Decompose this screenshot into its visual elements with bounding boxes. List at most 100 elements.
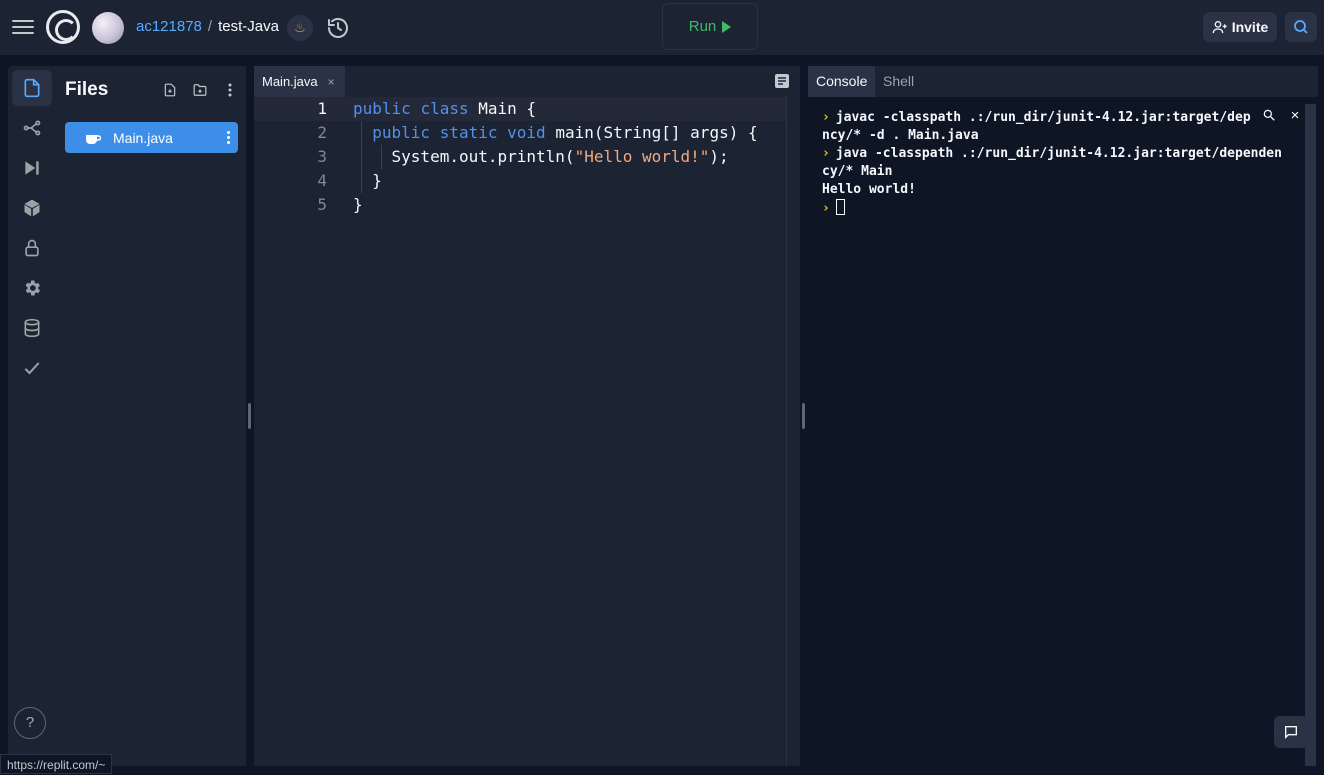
tab-main-java[interactable]: Main.java × bbox=[254, 66, 345, 97]
code-token: class bbox=[420, 99, 479, 118]
tab-shell[interactable]: Shell bbox=[875, 66, 922, 97]
code-line[interactable]: 4 } bbox=[254, 169, 786, 193]
console-line-text: Hello world! bbox=[822, 182, 916, 197]
close-icon[interactable]: × bbox=[328, 75, 335, 89]
settings-tool[interactable] bbox=[12, 270, 52, 306]
files-icon bbox=[24, 78, 40, 98]
line-number: 4 bbox=[317, 171, 327, 190]
status-url: https://replit.com/~ bbox=[0, 754, 113, 774]
run-button[interactable]: Run bbox=[662, 3, 758, 50]
line-number: 3 bbox=[317, 147, 327, 166]
prompt-icon: › bbox=[822, 146, 830, 161]
play-icon bbox=[722, 20, 732, 33]
code-token: main(String[] args) { bbox=[555, 123, 758, 142]
console-line-text: cy/* Main bbox=[822, 164, 893, 179]
console-output[interactable]: › javac -classpath .:/run_dir/junit-4.12.… bbox=[822, 109, 1292, 218]
database-tool[interactable] bbox=[12, 310, 52, 346]
java-language-icon[interactable]: ♨ bbox=[287, 15, 313, 41]
search-button[interactable] bbox=[1285, 12, 1317, 42]
console-line-text: java -classpath .:/run_dir/junit-4.12.ja… bbox=[835, 146, 1282, 161]
files-panel: Files Main.java bbox=[56, 66, 246, 766]
unit-tests-tool[interactable] bbox=[12, 350, 52, 386]
debugger-icon bbox=[25, 161, 39, 175]
editor-scrollbar[interactable] bbox=[786, 97, 800, 766]
console-search-button[interactable] bbox=[1261, 107, 1277, 123]
line-number: 2 bbox=[317, 123, 327, 142]
console-clear-button[interactable]: × bbox=[1287, 107, 1303, 124]
debugger-tool[interactable] bbox=[12, 150, 52, 186]
new-folder-button[interactable] bbox=[190, 80, 210, 100]
gear-icon bbox=[25, 280, 40, 296]
feedback-button[interactable] bbox=[1274, 716, 1308, 748]
panel-resize-handle[interactable] bbox=[248, 403, 251, 429]
code-token: static bbox=[439, 123, 508, 142]
packages-tool[interactable] bbox=[12, 190, 52, 226]
new-file-icon bbox=[164, 83, 176, 97]
new-file-button[interactable] bbox=[160, 80, 180, 100]
editor-tabbar: Main.java × bbox=[254, 66, 800, 97]
editor-pane: Main.java × 1 public class Main {2 public… bbox=[254, 66, 800, 766]
code-token: } bbox=[353, 171, 382, 190]
code-text: } bbox=[353, 193, 363, 217]
prompt-icon: › bbox=[822, 110, 830, 125]
replit-logo-icon[interactable] bbox=[46, 10, 80, 44]
code-token: void bbox=[507, 123, 556, 142]
code-line[interactable]: 5} bbox=[254, 193, 786, 217]
code-token: Main { bbox=[478, 99, 537, 118]
panel-resize-handle[interactable] bbox=[802, 403, 805, 429]
secrets-tool[interactable] bbox=[12, 230, 52, 266]
add-user-icon bbox=[1212, 21, 1227, 34]
git-tool[interactable] bbox=[12, 110, 52, 146]
code-text: public class Main { bbox=[353, 97, 536, 121]
terminal-cursor bbox=[835, 199, 845, 215]
tab-console[interactable]: Console bbox=[808, 66, 876, 97]
indent-guide bbox=[381, 145, 382, 169]
chat-icon bbox=[1285, 726, 1297, 739]
tool-sidebar: ? bbox=[8, 66, 56, 766]
file-more-icon[interactable] bbox=[218, 131, 238, 144]
invite-label: Invite bbox=[1231, 19, 1269, 35]
top-bar: ac121878 / test-Java ♨ Run Invite bbox=[0, 0, 1324, 56]
menu-icon[interactable] bbox=[12, 17, 34, 37]
breadcrumb-separator: / bbox=[207, 18, 213, 35]
code-token: public bbox=[372, 123, 440, 142]
repl-name[interactable]: test-Java bbox=[218, 18, 279, 35]
tab-label: Main.java bbox=[262, 74, 318, 89]
editor-layout-icon[interactable] bbox=[774, 73, 790, 89]
console-line: › javac -classpath .:/run_dir/junit-4.12.… bbox=[822, 109, 1292, 127]
console-line-text: javac -classpath .:/run_dir/junit-4.12.j… bbox=[835, 110, 1251, 125]
file-item-label: Main.java bbox=[113, 129, 173, 146]
indent-guide bbox=[361, 121, 362, 193]
avatar[interactable] bbox=[92, 12, 124, 44]
checkmark-icon bbox=[24, 362, 40, 375]
code-line[interactable]: 1 public class Main { bbox=[254, 97, 786, 121]
search-icon bbox=[1263, 109, 1275, 121]
console-tabbar: Console Shell bbox=[808, 66, 1318, 97]
console-scrollbar[interactable] bbox=[1305, 104, 1316, 766]
file-item-main-java[interactable]: Main.java bbox=[65, 122, 238, 153]
lock-icon bbox=[25, 239, 39, 257]
code-text: } bbox=[353, 169, 382, 193]
java-cup-icon bbox=[86, 134, 101, 144]
files-tool[interactable] bbox=[12, 70, 52, 106]
line-number: 5 bbox=[317, 195, 327, 214]
breadcrumb: ac121878 / test-Java bbox=[136, 18, 279, 35]
search-icon bbox=[1294, 20, 1308, 34]
code-editor[interactable]: 1 public class Main {2 public static void… bbox=[254, 97, 800, 766]
code-token: ); bbox=[709, 147, 729, 166]
console-line-text: ncy/* -d . Main.java bbox=[822, 128, 979, 143]
packages-icon bbox=[24, 199, 40, 217]
history-icon[interactable] bbox=[326, 16, 350, 40]
console-line: › java -classpath .:/run_dir/junit-4.12.j… bbox=[822, 145, 1292, 163]
help-button[interactable]: ? bbox=[14, 707, 46, 739]
console-input-line[interactable]: › bbox=[822, 199, 1292, 218]
new-folder-icon bbox=[193, 84, 207, 96]
invite-button[interactable]: Invite bbox=[1203, 12, 1277, 42]
username-link[interactable]: ac121878 bbox=[136, 18, 202, 35]
run-label: Run bbox=[688, 18, 717, 35]
code-line[interactable]: 3 System.out.println("Hello world!"); bbox=[254, 145, 786, 169]
files-more-button[interactable] bbox=[220, 80, 240, 100]
code-line[interactable]: 2 public static void main(String[] args)… bbox=[254, 121, 786, 145]
console-line: ncy/* -d . Main.java bbox=[822, 127, 1292, 145]
code-token: } bbox=[353, 195, 363, 214]
